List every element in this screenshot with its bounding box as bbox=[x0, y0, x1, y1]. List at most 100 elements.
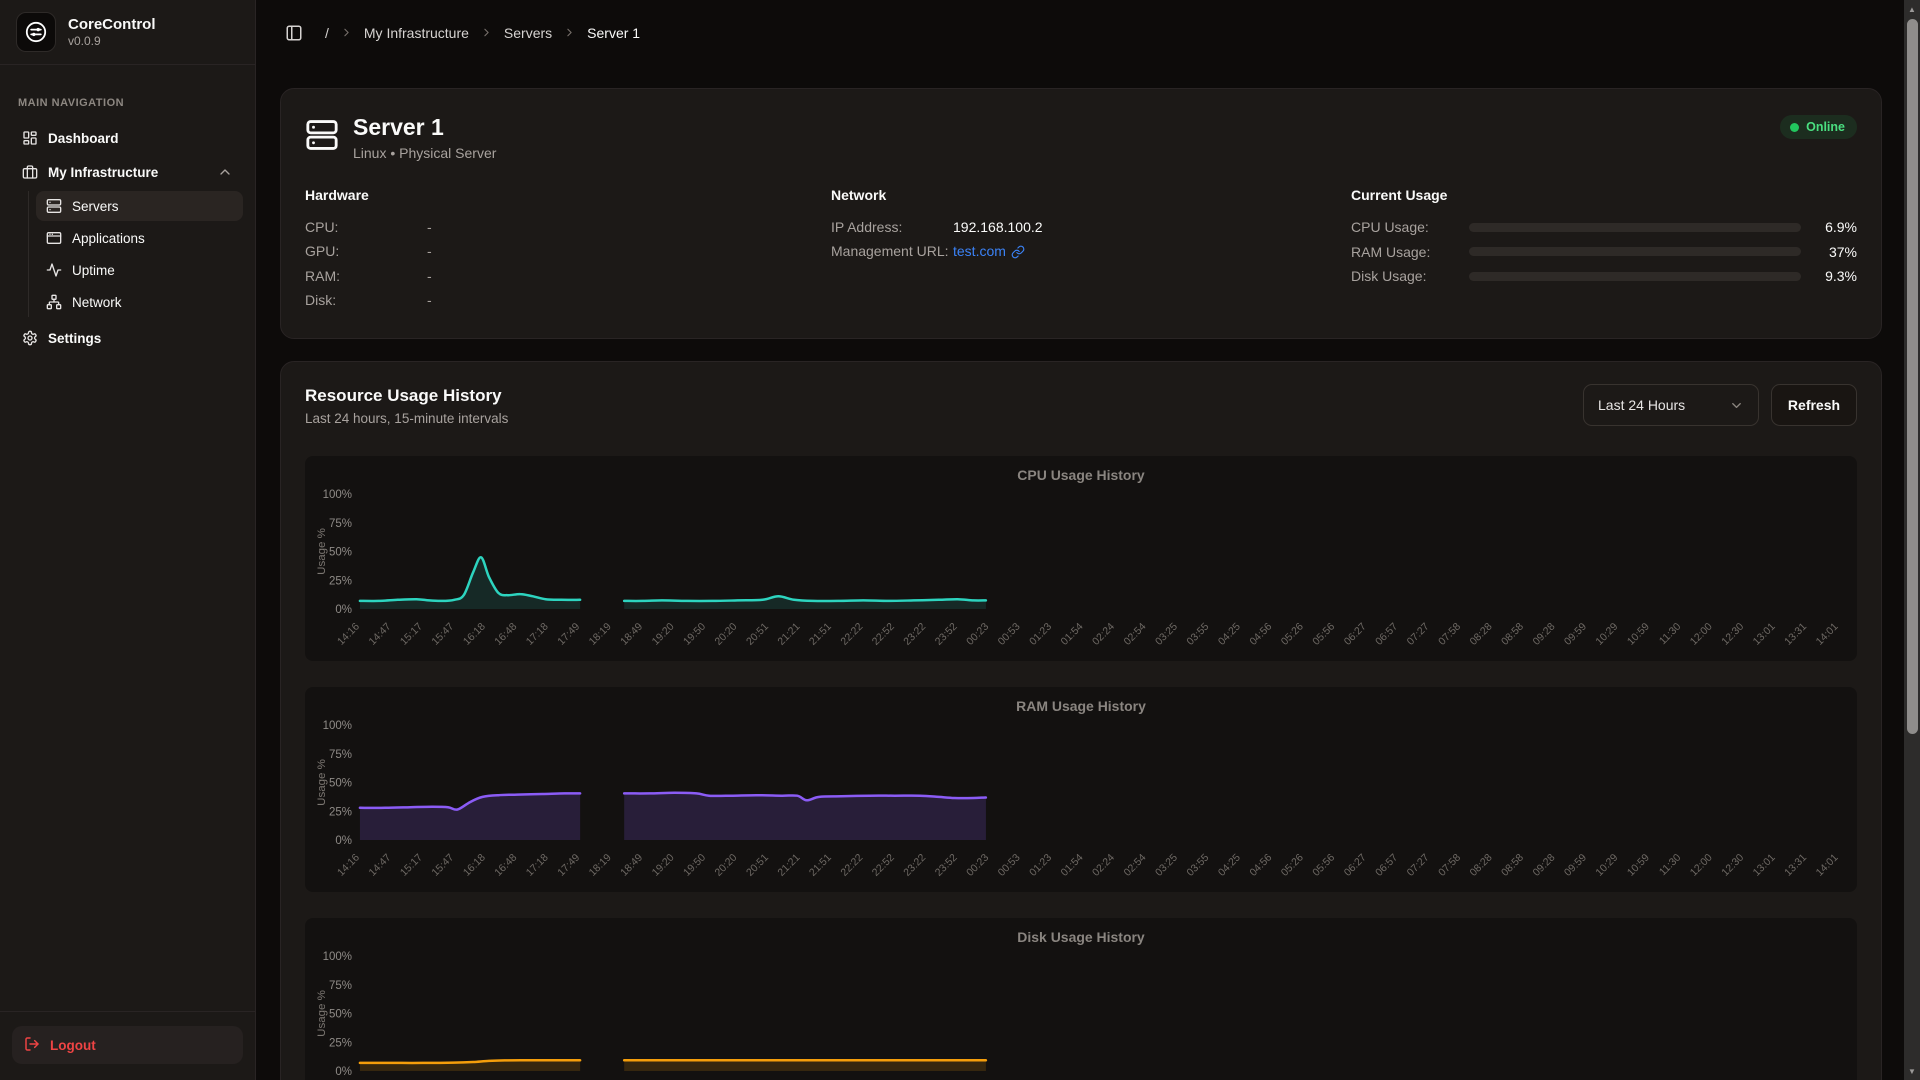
svg-text:20:20: 20:20 bbox=[713, 852, 739, 878]
breadcrumb-item-home[interactable]: / bbox=[325, 25, 329, 41]
info-value: - bbox=[427, 288, 432, 313]
svg-text:03:25: 03:25 bbox=[1154, 852, 1180, 878]
sidebar-item-servers[interactable]: Servers bbox=[36, 191, 243, 221]
svg-text:11:30: 11:30 bbox=[1658, 852, 1684, 878]
usage-percent: 6.9% bbox=[1801, 219, 1857, 235]
sidebar-item-uptime[interactable]: Uptime bbox=[36, 255, 243, 285]
svg-text:02:24: 02:24 bbox=[1091, 621, 1117, 647]
svg-text:10:29: 10:29 bbox=[1594, 852, 1620, 878]
resource-history-card: Resource Usage History Last 24 hours, 15… bbox=[280, 361, 1882, 1080]
svg-text:06:27: 06:27 bbox=[1342, 852, 1368, 878]
svg-text:21:21: 21:21 bbox=[776, 852, 802, 878]
page-title: Server 1 bbox=[353, 113, 496, 142]
svg-text:09:28: 09:28 bbox=[1531, 621, 1557, 647]
chevron-down-icon bbox=[1729, 398, 1744, 413]
svg-text:19:50: 19:50 bbox=[682, 621, 708, 647]
topbar: / My Infrastructure Servers Server 1 bbox=[257, 0, 1920, 65]
svg-text:15:17: 15:17 bbox=[399, 621, 425, 647]
svg-text:17:18: 17:18 bbox=[524, 621, 550, 647]
status-badge: Online bbox=[1780, 115, 1857, 139]
svg-text:09:28: 09:28 bbox=[1531, 852, 1557, 878]
sidebar-item-label: Applications bbox=[72, 231, 145, 246]
svg-text:RAM Usage History: RAM Usage History bbox=[1016, 698, 1146, 714]
svg-text:06:57: 06:57 bbox=[1374, 852, 1400, 878]
breadcrumb-item-servers[interactable]: Servers bbox=[504, 25, 552, 41]
sidebar-item-my-infrastructure[interactable]: My Infrastructure bbox=[12, 155, 243, 189]
usage-row-disk-usage: Disk Usage: 9.3% bbox=[1351, 264, 1857, 289]
sidebar-item-applications[interactable]: Applications bbox=[36, 223, 243, 253]
server-head: Server 1 Linux • Physical Server bbox=[305, 113, 1857, 161]
svg-text:23:52: 23:52 bbox=[933, 621, 959, 647]
svg-text:25%: 25% bbox=[329, 806, 352, 818]
svg-text:16:48: 16:48 bbox=[493, 852, 519, 878]
svg-text:19:20: 19:20 bbox=[650, 852, 676, 878]
time-range-select[interactable]: Last 24 Hours bbox=[1583, 384, 1759, 426]
logout-label: Logout bbox=[50, 1038, 96, 1053]
server-subtitle: Linux • Physical Server bbox=[353, 145, 496, 161]
usage-section: Current Usage CPU Usage: 6.9%RAM Usage: … bbox=[1351, 187, 1857, 313]
sidebar-item-label: Servers bbox=[72, 199, 119, 214]
svg-text:23:22: 23:22 bbox=[902, 852, 928, 878]
svg-text:17:49: 17:49 bbox=[556, 852, 582, 878]
svg-text:04:25: 04:25 bbox=[1217, 621, 1243, 647]
sidebar-toggle-button[interactable] bbox=[283, 22, 305, 44]
svg-text:03:25: 03:25 bbox=[1154, 621, 1180, 647]
app-identity: CoreControl v0.0.9 bbox=[68, 16, 156, 49]
svg-text:Usage %: Usage % bbox=[316, 759, 328, 806]
svg-text:06:27: 06:27 bbox=[1342, 621, 1368, 647]
scroll-up-arrow-icon[interactable]: ▲ bbox=[1904, 2, 1920, 16]
sidebar-item-network[interactable]: Network bbox=[36, 287, 243, 317]
infrastructure-icon bbox=[22, 164, 38, 180]
sidebar-item-label: Dashboard bbox=[48, 131, 119, 146]
svg-text:100%: 100% bbox=[323, 489, 352, 501]
sidebar-item-settings[interactable]: Settings bbox=[12, 321, 243, 355]
svg-text:18:19: 18:19 bbox=[587, 852, 613, 878]
svg-text:07:27: 07:27 bbox=[1405, 852, 1431, 878]
svg-text:01:54: 01:54 bbox=[1059, 621, 1085, 647]
progress-bar bbox=[1469, 247, 1801, 256]
chart-panel-disk-usage-history: Disk Usage HistoryUsage %0%25%50%75%100%… bbox=[305, 918, 1857, 1080]
svg-text:22:22: 22:22 bbox=[839, 852, 865, 878]
sidebar-submenu: Servers Applications Uptime Network bbox=[28, 191, 243, 317]
management-url-link[interactable]: test.com bbox=[953, 239, 1025, 264]
info-label: Disk: bbox=[305, 288, 427, 313]
svg-text:22:22: 22:22 bbox=[839, 621, 865, 647]
svg-text:Usage %: Usage % bbox=[316, 990, 328, 1037]
status-label: Online bbox=[1806, 120, 1845, 134]
svg-text:13:01: 13:01 bbox=[1751, 621, 1777, 647]
svg-text:75%: 75% bbox=[329, 518, 352, 530]
scroll-down-arrow-icon[interactable]: ▼ bbox=[1904, 1064, 1920, 1078]
svg-text:04:56: 04:56 bbox=[1248, 852, 1274, 878]
main: / My Infrastructure Servers Server 1 Server… bbox=[257, 0, 1920, 1080]
time-range-value: Last 24 Hours bbox=[1598, 397, 1721, 413]
svg-text:12:30: 12:30 bbox=[1720, 621, 1746, 647]
logout-button[interactable]: Logout bbox=[12, 1026, 243, 1064]
scrollbar-thumb[interactable] bbox=[1907, 19, 1918, 734]
breadcrumb-item-my-infrastructure[interactable]: My Infrastructure bbox=[364, 25, 469, 41]
svg-text:03:55: 03:55 bbox=[1185, 852, 1211, 878]
info-value: 192.168.100.2 bbox=[953, 215, 1043, 240]
breadcrumb-item-server-1[interactable]: Server 1 bbox=[587, 25, 640, 41]
svg-text:17:49: 17:49 bbox=[556, 621, 582, 647]
info-value: - bbox=[427, 264, 432, 289]
svg-text:23:52: 23:52 bbox=[933, 852, 959, 878]
svg-text:09:59: 09:59 bbox=[1563, 621, 1589, 647]
svg-text:08:58: 08:58 bbox=[1500, 852, 1526, 878]
svg-text:21:51: 21:51 bbox=[808, 852, 834, 878]
refresh-button[interactable]: Refresh bbox=[1771, 384, 1857, 426]
usage-label: Disk Usage: bbox=[1351, 268, 1469, 284]
svg-text:01:54: 01:54 bbox=[1059, 852, 1085, 878]
page: CoreControl v0.0.9 MAIN NAVIGATION Dashb… bbox=[0, 0, 1920, 1080]
sidebar-item-dashboard[interactable]: Dashboard bbox=[12, 121, 243, 155]
svg-text:20:20: 20:20 bbox=[713, 621, 739, 647]
svg-text:20:51: 20:51 bbox=[745, 621, 771, 647]
svg-text:19:50: 19:50 bbox=[682, 852, 708, 878]
svg-text:02:24: 02:24 bbox=[1091, 852, 1117, 878]
info-value: - bbox=[427, 215, 432, 240]
svg-text:14:47: 14:47 bbox=[367, 852, 393, 878]
servers-icon bbox=[46, 198, 62, 214]
chevron-up-icon bbox=[217, 164, 233, 180]
svg-text:75%: 75% bbox=[329, 980, 352, 992]
usage-label: RAM Usage: bbox=[1351, 244, 1469, 260]
svg-text:14:01: 14:01 bbox=[1814, 621, 1840, 647]
